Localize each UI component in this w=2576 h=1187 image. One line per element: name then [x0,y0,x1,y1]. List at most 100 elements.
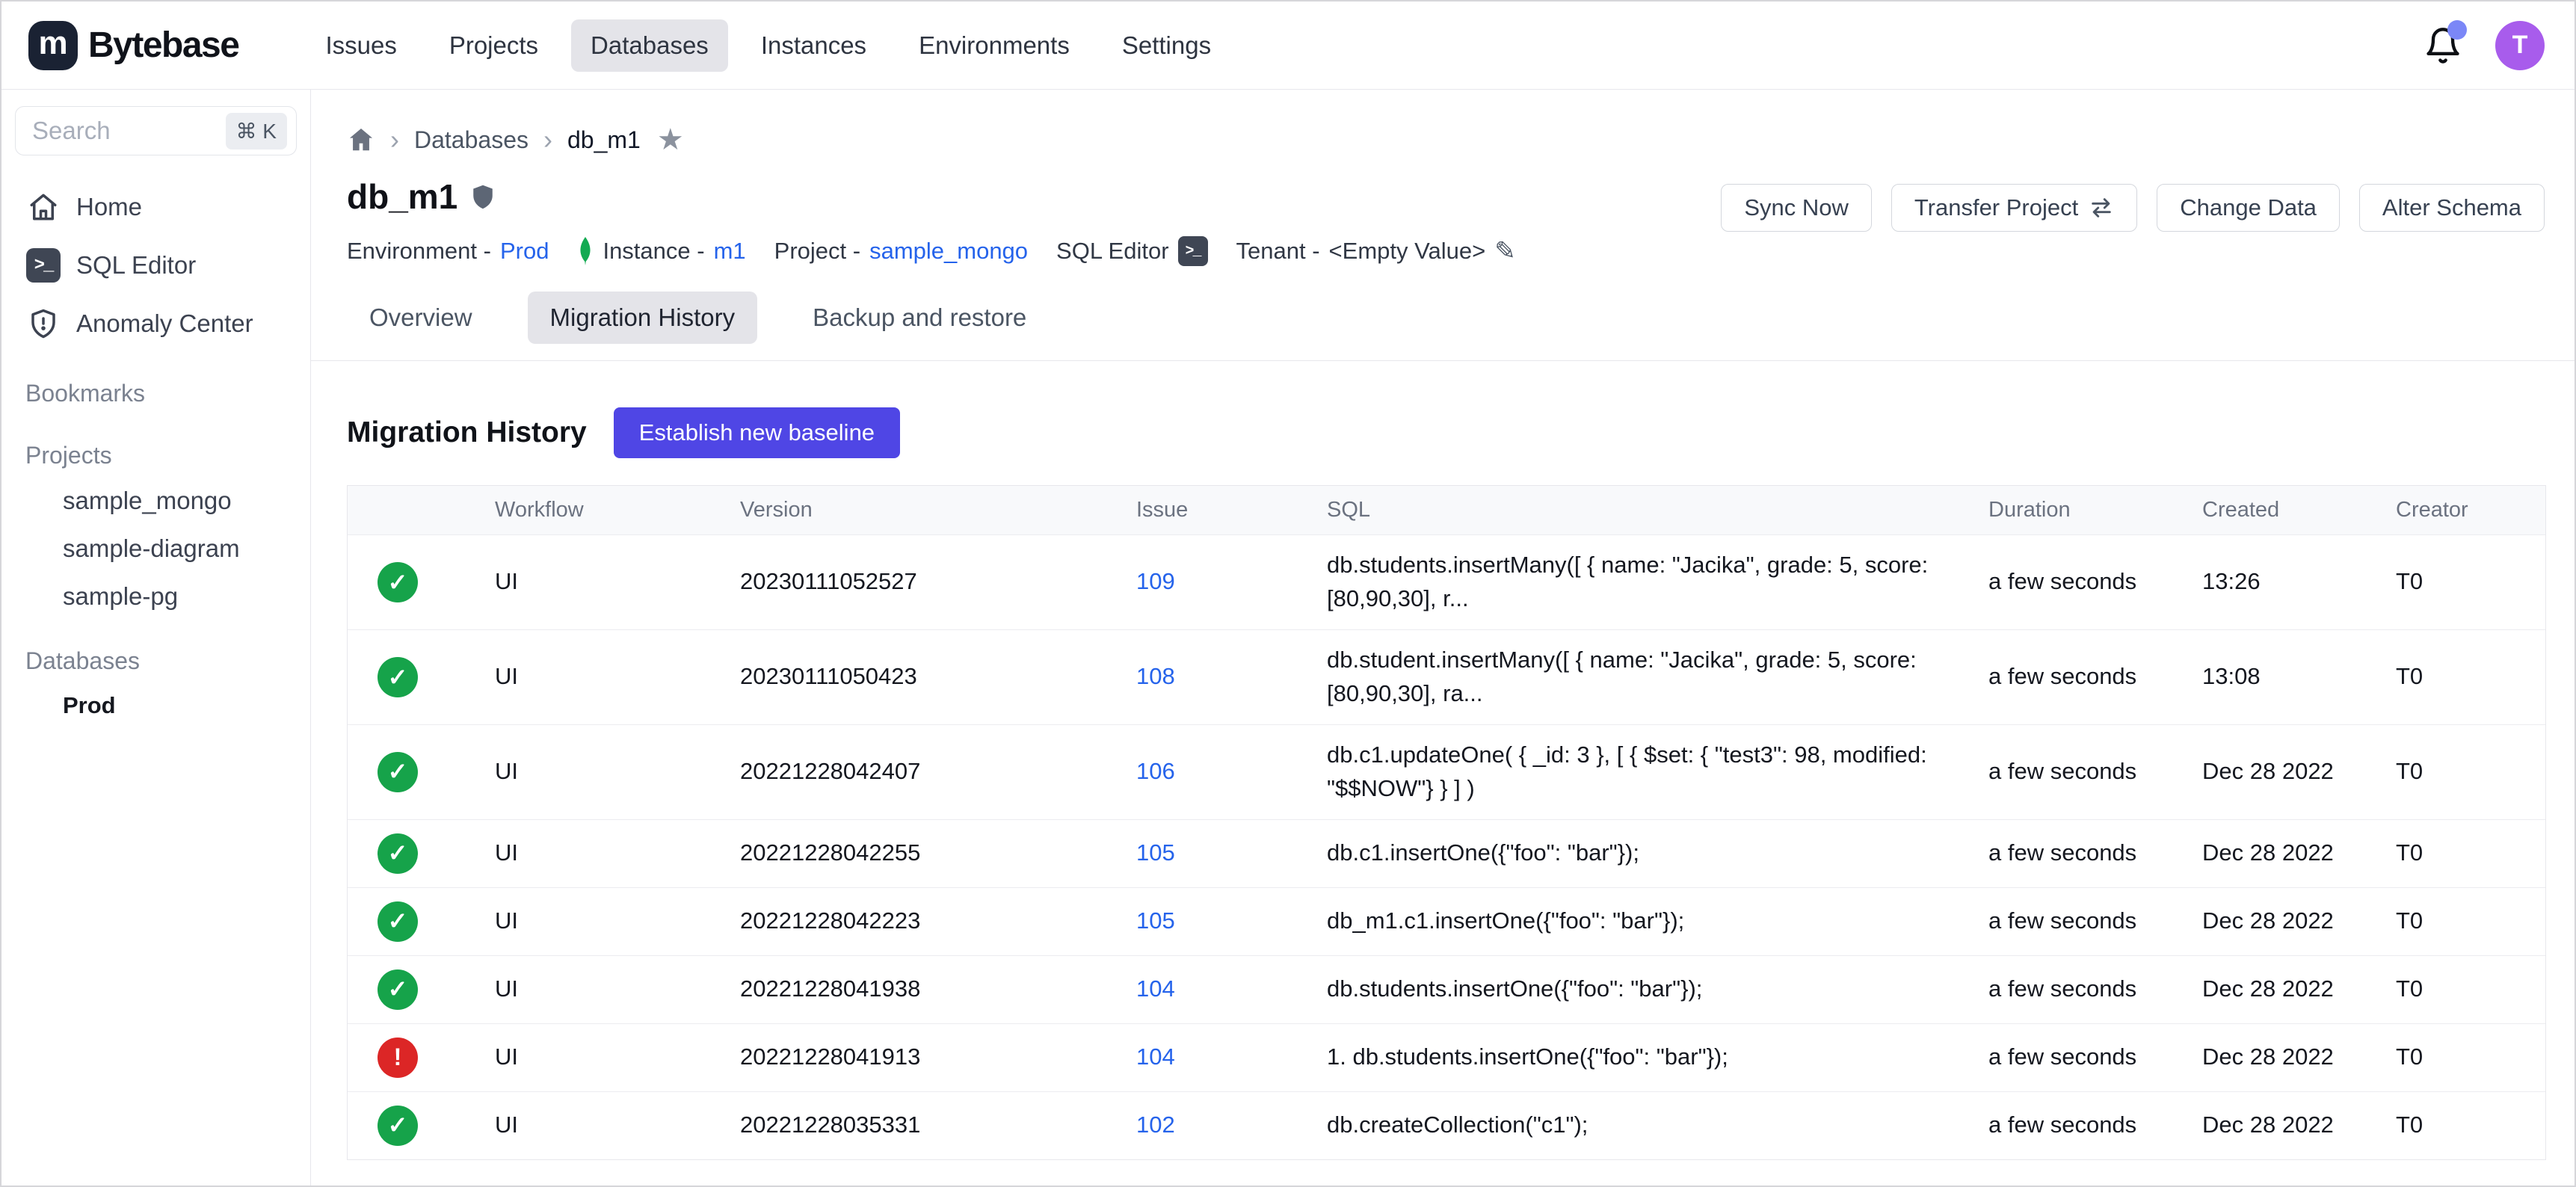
sidebar-item-sql-editor[interactable]: >_ SQL Editor [15,236,297,295]
sidebar-item-label: SQL Editor [76,251,196,280]
bytebase-brand[interactable]: m Bytebase [28,21,238,70]
table-row[interactable]: ✓ UI 20230111050423 108 db.student.inser… [348,629,2545,724]
table-row[interactable]: ✓ UI 20221228041938 104 db.students.inse… [348,955,2545,1023]
nav-item-environments[interactable]: Environments [899,19,1089,72]
table-row[interactable]: ✓ UI 20221228042407 106 db.c1.updateOne(… [348,724,2545,819]
project-link[interactable]: sample_mongo [869,238,1028,265]
terminal-icon: >_ [25,247,61,283]
table-row[interactable]: ✓ UI 20221228042255 105 db.c1.insertOne(… [348,819,2545,887]
sidebar-project-sample-diagram[interactable]: sample-diagram [15,525,297,573]
meta-instance: Instance - m1 [577,237,745,265]
issue-link[interactable]: 104 [1136,1043,1175,1070]
meta-environment: Environment - Prod [347,238,549,265]
sidebar-section-databases: Databases [15,640,297,682]
chevron-right-icon: › [390,124,399,155]
section-title: Migration History [347,416,587,449]
issue-link[interactable]: 106 [1136,758,1175,784]
migration-history-panel: Migration History Establish new baseline… [311,361,2575,1186]
sidebar-project-sample-pg[interactable]: sample-pg [15,573,297,620]
table-row[interactable]: ✓ UI 20221228042223 105 db_m1.c1.insertO… [348,887,2545,955]
sidebar-item-anomaly-center[interactable]: Anomaly Center [15,295,297,353]
cell-creator: T0 [2396,742,2547,802]
sidebar-section-projects: Projects [15,434,297,477]
cell-version: 20221228041938 [740,959,1136,1020]
home-icon[interactable] [347,126,375,154]
search-input[interactable] [32,117,226,145]
cell-sql: db.student.insertMany([ { name: "Jacika"… [1327,630,1988,724]
cell-workflow: UI [495,1095,740,1156]
issue-link[interactable]: 102 [1136,1112,1175,1138]
cell-creator: T0 [2396,959,2547,1020]
status-success-icon: ✓ [378,752,418,792]
cell-workflow: UI [495,823,740,884]
page-actions: Sync Now Transfer Project Change Data Al… [1721,184,2545,232]
search-box[interactable]: ⌘ K [15,106,297,155]
environment-link[interactable]: Prod [500,238,549,265]
issue-link[interactable]: 109 [1136,568,1175,594]
status-success-icon: ✓ [378,833,418,874]
sidebar: ⌘ K Home >_ SQL Editor [1,90,311,1186]
issue-link[interactable]: 104 [1136,975,1175,1002]
sidebar-project-sample-mongo[interactable]: sample_mongo [15,477,297,525]
cell-sql: db.createCollection("c1"); [1327,1095,1988,1156]
cell-sql: 1. db.students.insertOne({"foo": "bar"})… [1327,1027,1988,1088]
nav-item-databases[interactable]: Databases [571,19,728,72]
cell-created: 13:26 [2202,552,2396,612]
establish-baseline-button[interactable]: Establish new baseline [614,407,900,458]
page-header: db_m1 Environment - Prod [311,157,2575,266]
table-row[interactable]: ✓ UI 20221228035331 102 db.createCollect… [348,1091,2545,1159]
column-issue: Issue [1136,486,1327,534]
change-data-button[interactable]: Change Data [2157,184,2340,232]
column-workflow: Workflow [495,486,740,534]
cell-created: Dec 28 2022 [2202,823,2396,884]
tab-migration-history[interactable]: Migration History [528,292,758,344]
pencil-icon[interactable]: ✎ [1494,236,1516,266]
avatar-letter: T [2512,31,2528,60]
tenant-value: <Empty Value> [1329,238,1486,265]
cell-duration: a few seconds [1988,823,2202,884]
cell-duration: a few seconds [1988,552,2202,612]
transfer-project-button[interactable]: Transfer Project [1891,184,2137,232]
nav-item-projects[interactable]: Projects [430,19,558,72]
sidebar-database-prod[interactable]: Prod [15,682,297,729]
star-filled-icon[interactable]: ★ [657,123,684,157]
table-row[interactable]: ! UI 20221228041913 104 1. db.students.i… [348,1023,2545,1091]
table-row[interactable]: ✓ UI 20230111052527 109 db.students.inse… [348,534,2545,629]
terminal-icon: >_ [1178,236,1208,266]
home-icon [25,189,61,225]
cell-creator: T0 [2396,823,2547,884]
user-avatar[interactable]: T [2495,21,2545,70]
cell-version: 20221228042407 [740,742,1136,802]
cell-creator: T0 [2396,1027,2547,1088]
tab-backup-restore[interactable]: Backup and restore [790,292,1049,344]
column-version: Version [740,486,1136,534]
topbar-right: T [2424,21,2545,70]
main-content: › Databases › db_m1 ★ db_m1 Env [311,90,2575,1186]
cell-duration: a few seconds [1988,1027,2202,1088]
issue-link[interactable]: 105 [1136,839,1175,866]
cell-sql: db.students.insertMany([ { name: "Jacika… [1327,535,1988,629]
breadcrumb-databases[interactable]: Databases [414,126,529,154]
cell-version: 20221228042223 [740,891,1136,952]
tab-overview[interactable]: Overview [347,292,495,344]
status-success-icon: ✓ [378,969,418,1010]
meta-sql-editor[interactable]: SQL Editor >_ [1056,236,1207,266]
migration-history-table: Workflow Version Issue SQL Duration Crea… [347,485,2546,1160]
notifications-button[interactable] [2424,26,2462,65]
nav-item-issues[interactable]: Issues [306,19,416,72]
sidebar-nav: Home >_ SQL Editor Anomaly Cente [15,178,297,353]
bytebase-logo-icon: m [28,21,78,70]
cell-duration: a few seconds [1988,1095,2202,1156]
sidebar-item-label: Anomaly Center [76,309,253,338]
instance-link[interactable]: m1 [714,238,746,265]
nav-item-settings[interactable]: Settings [1103,19,1230,72]
cell-duration: a few seconds [1988,959,2202,1020]
cell-created: Dec 28 2022 [2202,1027,2396,1088]
nav-item-instances[interactable]: Instances [742,19,886,72]
sync-now-button[interactable]: Sync Now [1721,184,1872,232]
issue-link[interactable]: 108 [1136,663,1175,689]
alter-schema-button[interactable]: Alter Schema [2359,184,2545,232]
issue-link[interactable]: 105 [1136,907,1175,934]
table-header-row: Workflow Version Issue SQL Duration Crea… [348,486,2545,534]
sidebar-item-home[interactable]: Home [15,178,297,236]
